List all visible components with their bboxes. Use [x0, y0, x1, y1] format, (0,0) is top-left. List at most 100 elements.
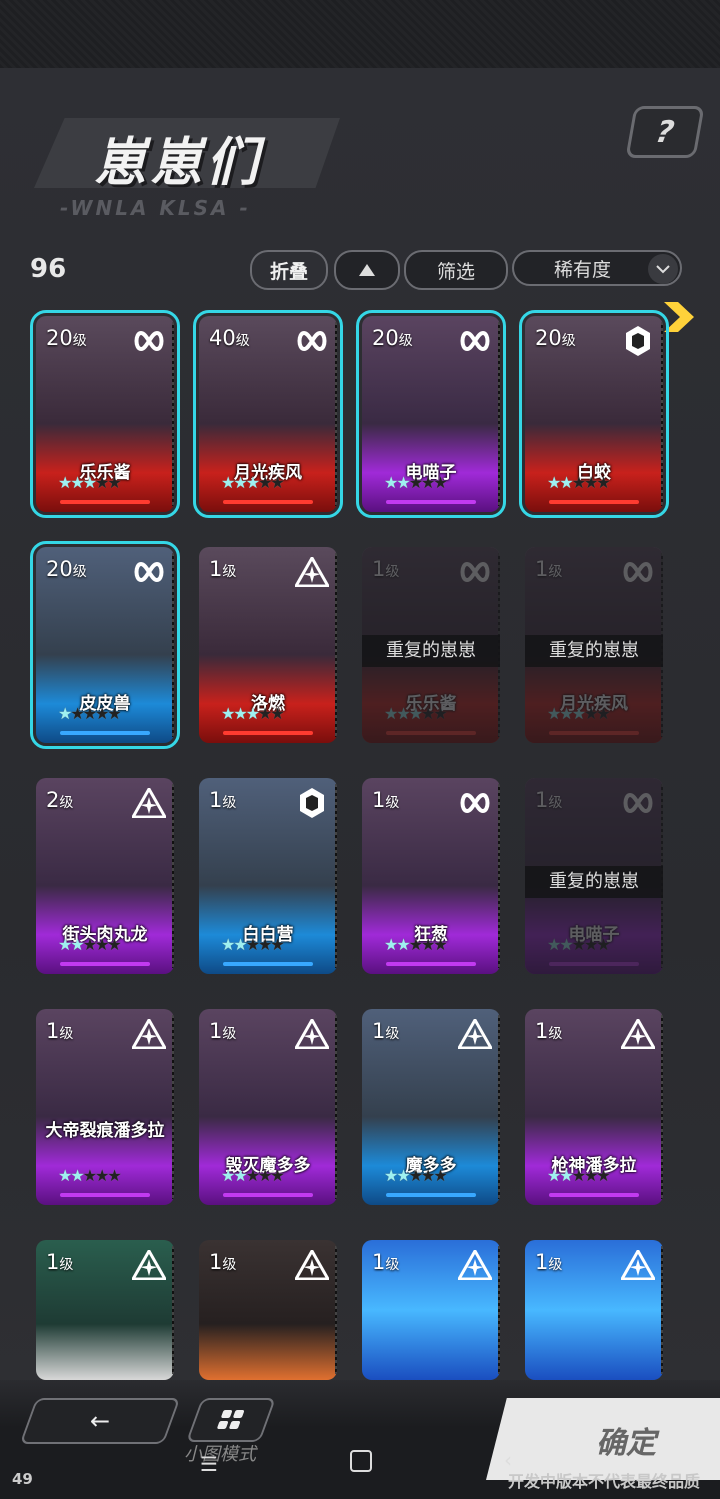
star-icon: ★: [233, 1166, 247, 1185]
star-icon: ★: [107, 704, 121, 723]
creature-card[interactable]: 1级 狂葱 ★★★★★: [362, 778, 500, 974]
star-icon: ★: [245, 704, 260, 723]
creature-card[interactable]: 1级 魔多多 ★★★★★: [362, 1009, 500, 1205]
triangle-star-icon: [458, 1248, 492, 1282]
card-rarity-bar: [60, 500, 150, 504]
help-icon: ?: [653, 114, 677, 150]
card-level-unit: 级: [548, 1026, 563, 1042]
creature-card[interactable]: 1级: [525, 1240, 663, 1380]
back-arrow-icon: ←: [89, 1407, 111, 1435]
star-rating: ★★★★★: [221, 473, 285, 492]
star-icon: ★: [596, 1166, 610, 1185]
creature-card[interactable]: 20级 电喵子 ★★★★★: [356, 310, 506, 518]
card-level-unit: 级: [561, 333, 576, 349]
star-icon: ★: [70, 473, 84, 492]
star-icon: ★: [384, 1166, 398, 1185]
star-icon: ★: [547, 473, 561, 492]
grid-icon: [217, 1410, 245, 1429]
creature-card[interactable]: 20级 乐乐酱 ★★★★★: [30, 310, 180, 518]
card-level-value: 2: [46, 788, 60, 812]
sort-direction-button[interactable]: [334, 250, 400, 290]
star-icon: ★: [221, 1166, 235, 1185]
star-icon: ★: [95, 473, 109, 492]
sort-select-label: 稀有度: [554, 258, 612, 281]
star-icon: ★: [70, 935, 84, 954]
star-icon: ★: [596, 473, 610, 492]
star-icon: ★: [270, 1166, 284, 1185]
creature-card[interactable]: 1级电喵子★★★★★重复的崽崽: [525, 778, 663, 974]
creature-card[interactable]: 1级乐乐酱★★★★★重复的崽崽: [362, 547, 500, 743]
card-level-value: 1: [209, 788, 223, 812]
dev-build-notice: 开发中版本不代表最终品质: [508, 1472, 701, 1491]
star-icon: ★: [82, 704, 97, 723]
card-level: 1级: [372, 788, 399, 812]
triangle-star-icon: [621, 1017, 655, 1051]
card-level: 1级: [372, 1250, 399, 1274]
back-button[interactable]: ←: [19, 1398, 181, 1444]
card-level: 1级: [372, 1019, 399, 1043]
card-level: 1级: [209, 1250, 236, 1274]
creature-card[interactable]: 1级: [362, 1240, 500, 1380]
star-icon: ★: [584, 1166, 598, 1185]
card-level-unit: 级: [72, 564, 87, 580]
card-rarity-bar: [60, 962, 150, 966]
card-rarity-bar: [223, 962, 313, 966]
creature-card[interactable]: 1级 洛燃 ★★★★★: [199, 547, 337, 743]
app-root: 崽崽们 -WNLA KLSA - ? 96 折叠 筛选 稀有度 20级 乐乐酱 ★★…: [0, 0, 720, 1499]
duplicate-label: 重复的崽崽: [362, 635, 500, 667]
nav-home-icon[interactable]: [350, 1450, 372, 1472]
card-level: 1级: [535, 1019, 562, 1043]
creature-card[interactable]: 1级 大帝裂痕潘多拉 ★★★★★: [36, 1009, 174, 1205]
star-icon: ★: [408, 473, 423, 492]
star-icon: ★: [408, 1166, 423, 1185]
star-icon: ★: [221, 935, 235, 954]
creature-card[interactable]: 40级 月光疾风 ★★★★★: [193, 310, 343, 518]
star-icon: ★: [82, 935, 97, 954]
card-name: 大帝裂痕潘多拉: [45, 1121, 165, 1141]
star-icon: ★: [396, 935, 410, 954]
creature-card[interactable]: 1级 毁灭魔多多 ★★★★★: [199, 1009, 337, 1205]
star-icon: ★: [433, 1166, 447, 1185]
filter-button[interactable]: 筛选: [404, 250, 508, 290]
star-icon: ★: [584, 473, 598, 492]
help-button[interactable]: ?: [625, 106, 705, 158]
card-rarity-bar: [60, 731, 150, 735]
star-rating: ★★★★★: [384, 935, 448, 954]
triangle-star-icon: [621, 1248, 655, 1282]
sort-select[interactable]: 稀有度: [512, 250, 682, 286]
card-level-unit: 级: [235, 333, 250, 349]
star-icon: ★: [433, 935, 447, 954]
card-rarity-bar: [223, 1193, 313, 1197]
nav-back-icon[interactable]: ‹: [504, 1448, 512, 1472]
card-level-unit: 级: [72, 333, 87, 349]
card-level: 20级: [535, 326, 576, 350]
triangle-star-icon: [132, 1248, 166, 1282]
creature-card[interactable]: 20级 白蛟 ★★★★★: [519, 310, 669, 518]
chevron-down-icon: [648, 254, 678, 284]
star-icon: ★: [258, 1166, 272, 1185]
creature-card[interactable]: 1级: [199, 1240, 337, 1380]
creature-card[interactable]: 1级月光疾风★★★★★重复的崽崽: [525, 547, 663, 743]
star-icon: ★: [421, 1166, 435, 1185]
creature-card[interactable]: 2级 街头肉丸龙 ★★★★★: [36, 778, 174, 974]
triangle-star-icon: [295, 1248, 329, 1282]
creature-card[interactable]: 1级: [36, 1240, 174, 1380]
card-level-unit: 级: [59, 1026, 74, 1042]
nav-menu-icon[interactable]: ☰: [200, 1452, 218, 1476]
fold-button[interactable]: 折叠: [250, 250, 328, 290]
card-level-unit: 级: [398, 333, 413, 349]
triangle-star-icon: [132, 786, 166, 820]
chevron-right-icon[interactable]: [664, 302, 698, 332]
star-icon: ★: [70, 1166, 84, 1185]
star-rating: ★★★★★: [221, 935, 285, 954]
card-level: 40级: [209, 326, 250, 350]
triangle-star-icon: [295, 1017, 329, 1051]
star-icon: ★: [58, 473, 72, 492]
star-icon: ★: [107, 1166, 121, 1185]
infinity-icon: [458, 786, 492, 820]
creature-card[interactable]: 1级 白白营 ★★★★★: [199, 778, 337, 974]
creature-card[interactable]: 1级 枪神潘多拉 ★★★★★: [525, 1009, 663, 1205]
star-icon: ★: [258, 473, 272, 492]
creature-card[interactable]: 20级 皮皮兽 ★★★★★: [30, 541, 180, 749]
star-icon: ★: [421, 473, 435, 492]
